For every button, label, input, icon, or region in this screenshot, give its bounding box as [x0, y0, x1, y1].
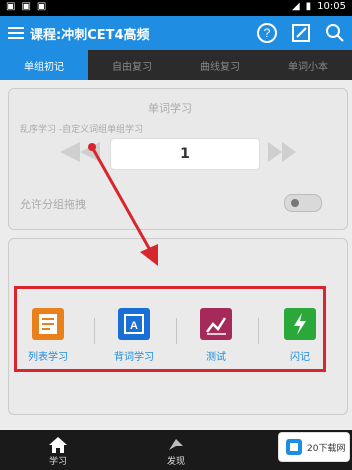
- tab-free-review[interactable]: 自由复习: [88, 50, 176, 80]
- search-icon[interactable]: [324, 22, 346, 44]
- status-bar: ▣ ▣ ▣ ◢ ▮ 10:05: [0, 0, 352, 16]
- nav-label: 发现: [166, 457, 185, 467]
- highlight-box-features: [14, 286, 326, 372]
- notification-icon: ▣: [21, 1, 31, 12]
- watermark-logo-icon: [286, 439, 302, 455]
- rewind-icon[interactable]: [58, 140, 102, 164]
- nav-home[interactable]: 学习: [8, 430, 108, 470]
- svg-text:?: ?: [264, 26, 271, 40]
- allow-group-label: 允许分组拖拽: [20, 198, 86, 211]
- study-mode-label: 乱序学习 -自定义词组单组学习: [20, 125, 144, 135]
- tab-bar: 单组初记 自由复习 曲线复习 单词小本: [0, 50, 352, 80]
- status-right: ◢ ▮ 10:05: [292, 1, 346, 12]
- watermark-text: 20下载网: [307, 443, 346, 454]
- tab-word-notebook[interactable]: 单词小本: [264, 50, 352, 80]
- panel-header: 单词学习: [148, 102, 192, 115]
- clock: 10:05: [317, 1, 346, 12]
- site-watermark: 20下载网: [278, 432, 350, 462]
- menu-icon[interactable]: [6, 23, 26, 43]
- nav-label: 学习: [48, 457, 67, 467]
- battery-icon: ▮: [305, 1, 312, 12]
- discover-icon: [169, 439, 183, 450]
- tab-curve-review[interactable]: 曲线复习: [176, 50, 264, 80]
- app-bar-actions: ?: [256, 22, 346, 44]
- allow-group-toggle[interactable]: [284, 194, 322, 212]
- help-icon[interactable]: ?: [256, 22, 278, 44]
- notification-icon: ▣: [36, 1, 47, 12]
- nav-discover[interactable]: 发现: [126, 430, 226, 470]
- notification-icon: ▣: [6, 1, 16, 12]
- status-left: ▣ ▣ ▣: [6, 1, 46, 12]
- page-title: 课程:冲刺CET4高频: [30, 28, 150, 43]
- wifi-icon: ◢: [291, 1, 300, 12]
- group-number-field[interactable]: 1: [110, 138, 260, 170]
- forward-icon[interactable]: [266, 140, 298, 164]
- app-bar: 课程:冲刺CET4高频 ?: [0, 16, 352, 50]
- tab-single-group[interactable]: 单组初记: [0, 50, 88, 80]
- home-icon: [49, 437, 67, 453]
- edit-icon[interactable]: [290, 22, 312, 44]
- toggle-knob: [291, 199, 299, 207]
